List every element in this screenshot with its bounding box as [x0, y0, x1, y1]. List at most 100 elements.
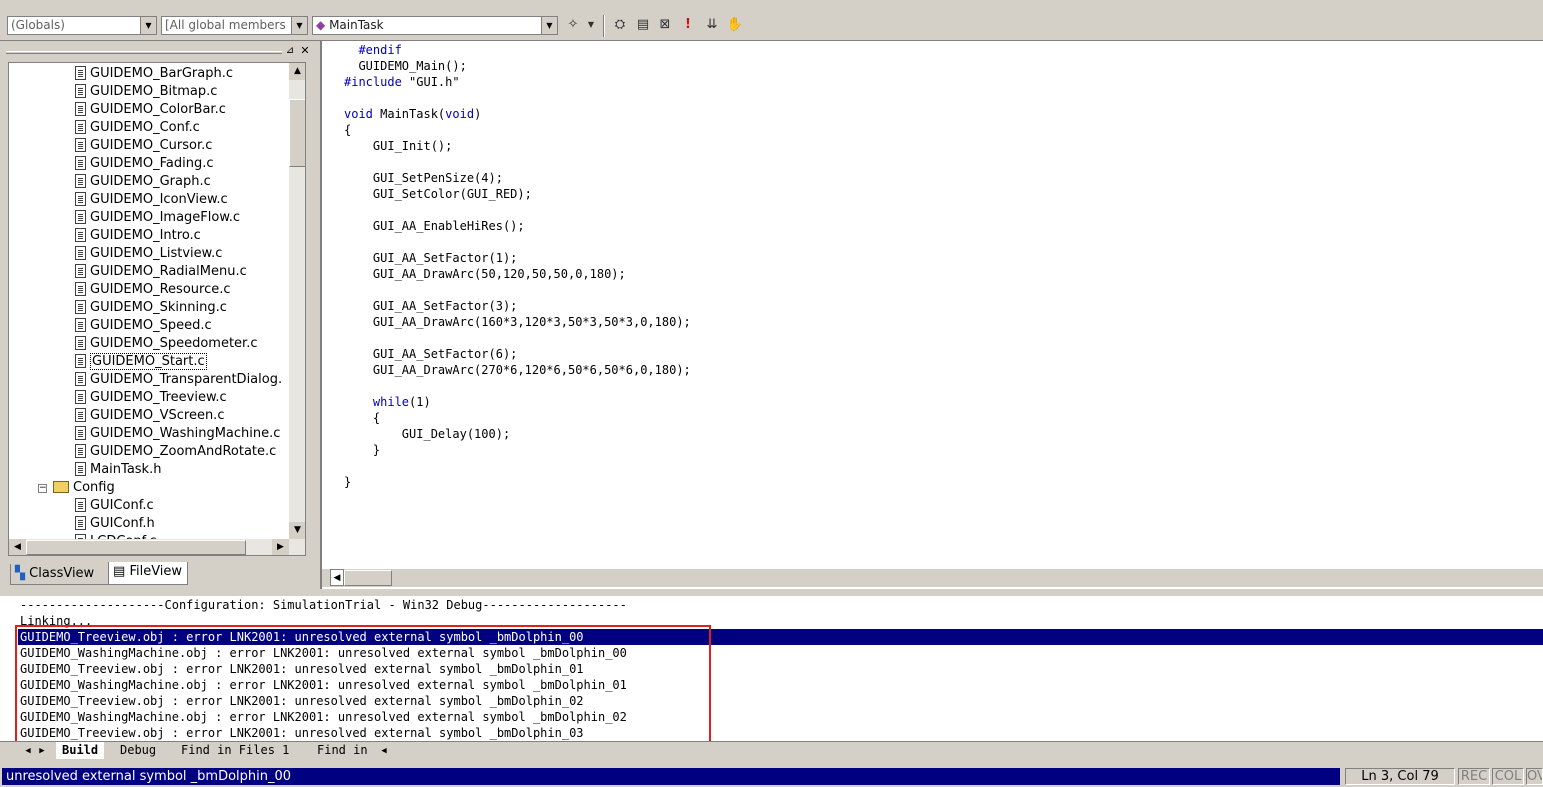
tree-file-label: GUIDEMO_VScreen.c: [90, 408, 225, 423]
tree-file-item[interactable]: GUIDEMO_Treeview.c: [75, 389, 227, 407]
scroll-thumb[interactable]: [26, 540, 246, 555]
tree-file-item[interactable]: GUIDEMO_Conf.c: [75, 119, 200, 137]
tree-file-item[interactable]: GUIDEMO_ZoomAndRotate.c: [75, 443, 276, 461]
file-icon: [75, 246, 86, 260]
tree-file-item[interactable]: GUIDEMO_Fading.c: [75, 155, 213, 173]
toolbar-separator: [603, 15, 605, 37]
tab-scroll-left-icon[interactable]: ◀: [22, 743, 34, 760]
tree-file-label: GUIDEMO_Fading.c: [90, 156, 214, 171]
wizardbar-toolbar: (Globals) ▼ [All global members ▼ ◆ Main…: [0, 12, 1543, 41]
tree-file-item[interactable]: GUIDEMO_TransparentDialog.: [75, 371, 282, 389]
tree-hscrollbar[interactable]: ◀ ▶: [9, 539, 305, 555]
file-icon: [75, 300, 86, 314]
close-icon[interactable]: ✕: [299, 45, 311, 57]
status-message: unresolved external symbol _bmDolphin_00: [2, 768, 1340, 785]
tree-file-item[interactable]: GUIDEMO_Start.c: [75, 353, 207, 371]
tree-file-label: GUIDEMO_WashingMachine.c: [90, 426, 281, 441]
scroll-right-icon[interactable]: ▶: [272, 539, 289, 555]
output-line[interactable]: GUIDEMO_Treeview.obj : error LNK2001: un…: [18, 629, 1543, 645]
output-line[interactable]: GUIDEMO_Treeview.obj : error LNK2001: un…: [20, 693, 584, 709]
output-line[interactable]: GUIDEMO_Treeview.obj : error LNK2001: un…: [20, 661, 584, 677]
members-combo[interactable]: [All global members ▼: [161, 16, 308, 35]
tree-file-item[interactable]: GUIDEMO_Resource.c: [75, 281, 231, 299]
compile-icon[interactable]: ⛭: [611, 16, 629, 34]
classview-icon: ▚: [15, 566, 25, 581]
tree-file-item[interactable]: GUIDEMO_Listview.c: [75, 245, 222, 263]
code-line: GUI_AA_EnableHiRes();: [344, 219, 525, 233]
tab-find-in-files-1[interactable]: Find in Files 1: [175, 742, 295, 759]
tab-classview[interactable]: ▚ ClassView: [10, 564, 112, 585]
method-icon: ◆: [316, 18, 326, 32]
tree-file-item[interactable]: GUIDEMO_ColorBar.c: [75, 101, 226, 119]
tree-file-label: GUIConf.h: [90, 516, 155, 531]
tab-find-in-files-2[interactable]: Find in: [311, 742, 374, 759]
status-ovr: OV: [1526, 768, 1543, 785]
tree-file-item[interactable]: GUIDEMO_Graph.c: [75, 173, 211, 191]
tree-file-item[interactable]: GUIDEMO_Cursor.c: [75, 137, 212, 155]
file-icon: [75, 84, 86, 98]
chevron-down-icon[interactable]: ▼: [291, 17, 307, 34]
tab-scroll-right-icon[interactable]: ▶: [36, 743, 48, 760]
tree-file-label: MainTask.h: [90, 462, 162, 477]
chevron-down-icon[interactable]: ▼: [541, 17, 557, 34]
output-line[interactable]: GUIDEMO_WashingMachine.obj : error LNK20…: [20, 645, 627, 661]
tree-file-item[interactable]: GUIDEMO_WashingMachine.c: [75, 425, 280, 443]
tree-file-label: GUIDEMO_Intro.c: [90, 228, 201, 243]
output-line[interactable]: GUIDEMO_Treeview.obj : error LNK2001: un…: [20, 725, 584, 741]
code-line: {: [344, 411, 381, 425]
gripper[interactable]: [6, 51, 282, 54]
tree-file-label: GUIDEMO_Bitmap.c: [90, 84, 218, 99]
code-line: {: [344, 123, 352, 137]
wizard-action-icon[interactable]: ✧: [564, 16, 582, 34]
tree-file-item[interactable]: GUIDEMO_Skinning.c: [75, 299, 227, 317]
tab-fileview[interactable]: ▤ FileView: [108, 562, 188, 585]
file-icon: [75, 426, 86, 440]
tree-file-item[interactable]: GUIDEMO_BarGraph.c: [75, 65, 233, 83]
tree-file-item[interactable]: GUIConf.c: [75, 497, 154, 515]
tree-file-item[interactable]: GUIDEMO_Speedometer.c: [75, 335, 258, 353]
tree-file-item[interactable]: GUIConf.h: [75, 515, 155, 533]
file-icon: [75, 102, 86, 116]
code-editor[interactable]: #endif GUIDEMO_Main(); #include "GUI.h" vo…: [320, 41, 1543, 589]
class-combo[interactable]: (Globals) ▼: [7, 16, 157, 35]
tab-scroll-left-icon[interactable]: ◀: [378, 743, 390, 760]
tree-file-item[interactable]: GUIDEMO_ImageFlow.c: [75, 209, 240, 227]
tree-file-item[interactable]: GUIDEMO_Intro.c: [75, 227, 201, 245]
output-line[interactable]: --------------------Configuration: Simul…: [20, 597, 627, 613]
file-icon: [75, 372, 86, 386]
file-icon: [75, 228, 86, 242]
output-line[interactable]: GUIDEMO_WashingMachine.obj : error LNK20…: [20, 709, 627, 725]
function-combo[interactable]: ◆ MainTask ▼: [312, 16, 558, 35]
tree-file-item[interactable]: GUIDEMO_RadialMenu.c: [75, 263, 247, 281]
tree-file-item[interactable]: GUIDEMO_IconView.c: [75, 191, 228, 209]
build-icon[interactable]: ▤: [634, 16, 652, 34]
tree-folder-config[interactable]: Config: [53, 479, 115, 497]
editor-hscrollbar[interactable]: ◀: [322, 569, 1543, 587]
stop-build-icon[interactable]: ⊠: [656, 16, 674, 34]
scroll-thumb[interactable]: [289, 99, 305, 167]
tree-file-label: GUIDEMO_Graph.c: [90, 174, 211, 189]
chevron-down-icon[interactable]: ▼: [140, 17, 156, 34]
scroll-thumb[interactable]: [344, 570, 392, 586]
tree-file-item[interactable]: MainTask.h: [75, 461, 161, 479]
collapse-icon[interactable]: −: [38, 484, 47, 493]
scroll-up-icon[interactable]: ▲: [289, 63, 305, 80]
execute-icon[interactable]: !: [679, 16, 697, 34]
tree-file-item[interactable]: GUIDEMO_Speed.c: [75, 317, 212, 335]
scroll-left-icon[interactable]: ◀: [9, 539, 26, 555]
pin-icon[interactable]: ⊿: [284, 45, 296, 57]
tree-file-label: GUIDEMO_Treeview.c: [90, 390, 227, 405]
tree-file-item[interactable]: GUIDEMO_Bitmap.c: [75, 83, 217, 101]
chevron-down-icon[interactable]: ▼: [582, 16, 600, 34]
go-icon[interactable]: ⇊: [703, 16, 721, 34]
tree-vscrollbar[interactable]: ▲ ▼: [289, 63, 305, 539]
output-line[interactable]: Linking...: [20, 613, 92, 629]
breakpoint-hand-icon[interactable]: ✋: [726, 16, 744, 34]
tab-build[interactable]: Build: [56, 742, 105, 759]
scroll-left-icon[interactable]: ◀: [330, 569, 344, 586]
tab-debug[interactable]: Debug: [114, 742, 162, 759]
scroll-down-icon[interactable]: ▼: [289, 522, 305, 539]
output-line[interactable]: GUIDEMO_WashingMachine.obj : error LNK20…: [20, 677, 627, 693]
code-line: GUI_AA_SetFactor(6);: [344, 347, 518, 361]
tree-file-item[interactable]: GUIDEMO_VScreen.c: [75, 407, 224, 425]
